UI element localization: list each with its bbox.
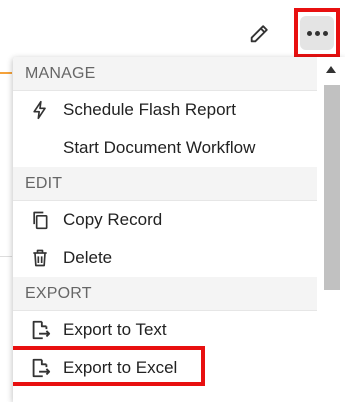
menu-item-start-document-workflow[interactable]: Start Document Workflow [13,129,317,167]
more-actions-button[interactable] [294,8,340,58]
menu-item-label: Copy Record [63,210,163,229]
actions-dropdown-menu: MANAGE Schedule Flash Report Start Docum… [13,57,345,402]
more-horizontal-icon [300,16,334,50]
menu-item-delete[interactable]: Delete [13,239,317,277]
section-header-manage: MANAGE [13,57,317,91]
menu-item-label: Schedule Flash Report [63,100,236,119]
menu-item-label: Export to Excel [63,358,178,377]
pencil-icon [250,25,268,43]
menu-scrollbar[interactable] [321,61,343,402]
file-export-icon [28,356,52,380]
scrollbar-thumb[interactable] [324,85,340,290]
menu-item-label: Export to Text [63,320,167,339]
copy-icon [28,208,52,232]
trash-icon [28,246,52,270]
edit-button[interactable] [246,21,272,47]
menu-item-schedule-flash-report[interactable]: Schedule Flash Report [13,91,317,129]
scroll-up-arrow-icon[interactable] [326,66,336,73]
menu-item-export-to-excel[interactable]: Export to Excel [13,346,317,387]
menu-item-label: Delete [63,248,113,267]
section-header-export: EXPORT [13,277,317,311]
menu-item-copy-record[interactable]: Copy Record [13,201,317,239]
menu-item-label: Start Document Workflow [63,138,256,157]
section-header-edit: EDIT [13,167,317,201]
divider-line [0,256,12,257]
menu-item-export-to-text[interactable]: Export to Text [13,311,317,349]
file-export-icon [28,318,52,342]
menu-list: MANAGE Schedule Flash Report Start Docum… [13,57,317,387]
orange-accent-line [0,72,12,74]
lightning-icon [28,98,52,122]
